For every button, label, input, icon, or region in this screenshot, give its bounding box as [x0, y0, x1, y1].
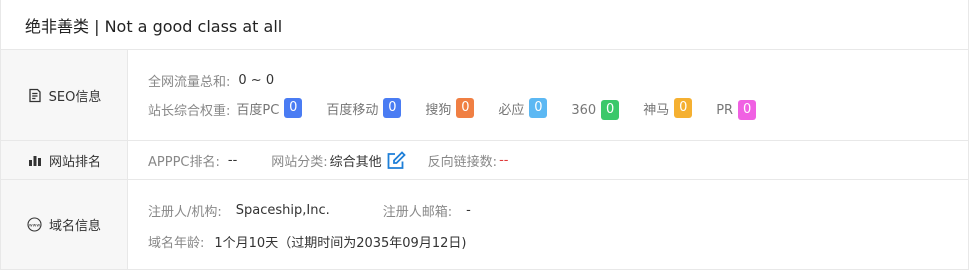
svg-text:www: www: [29, 223, 41, 228]
age-label: 域名年龄:: [148, 236, 205, 251]
site-info-card: 绝非善类 | Not a good class at all SEO信息 全网流…: [0, 0, 969, 270]
ranking-row: 网站排名 APPPC排名: -- 网站分类: 综合其他 反向链接数: --: [1, 141, 968, 180]
apppc-label: APPPC排名:: [148, 154, 220, 170]
traffic-line: 全网流量总和: 0 ~ 0: [148, 71, 968, 90]
domain-content: 注册人/机构: Spaceship,Inc. 注册人邮箱: - 域名年龄: 1个…: [128, 180, 968, 269]
age-value: 1个月10天（过期时间为2035年09月12日): [214, 236, 467, 251]
weight-badge[interactable]: 0: [601, 100, 620, 120]
email-value: -: [466, 203, 471, 218]
weights-line: 站长综合权重: 百度PC 0 百度移动 0 搜狗 0 必应 0 360 0 神马 0 PR 0: [148, 98, 968, 120]
seo-label-cell: SEO信息: [1, 50, 128, 140]
category-label: 网站分类:: [271, 154, 328, 170]
registrant-value: Spaceship,Inc.: [235, 203, 330, 218]
domain-label: 域名信息: [48, 219, 101, 234]
category-link[interactable]: 综合其他: [330, 151, 382, 170]
seo-label: SEO信息: [48, 89, 102, 105]
weight-item: 360 0: [571, 100, 620, 120]
weight-item: 搜狗 0: [425, 98, 475, 118]
weight-item: 百度PC 0: [236, 98, 303, 118]
traffic-value: 0 ~ 0: [238, 73, 275, 88]
weight-badge[interactable]: 0: [674, 98, 693, 118]
weight-label: 搜狗: [425, 102, 452, 118]
weight-badge[interactable]: 0: [738, 100, 757, 120]
email-label: 注册人邮箱:: [382, 205, 453, 220]
backlinks-label: 反向链接数:: [427, 154, 498, 170]
weight-item: 神马 0: [643, 98, 693, 118]
apppc-value: --: [227, 152, 238, 168]
ranking-content: APPPC排名: -- 网站分类: 综合其他 反向链接数: --: [128, 141, 968, 179]
age-line: 域名年龄: 1个月10天（过期时间为2035年09月12日): [148, 232, 968, 251]
weight-label: 神马: [643, 102, 670, 118]
seo-row: SEO信息 全网流量总和: 0 ~ 0 站长综合权重: 百度PC 0 百度移动 0 搜狗…: [1, 50, 968, 141]
backlinks-value: --: [499, 152, 509, 168]
weights-list: 百度PC 0 百度移动 0 搜狗 0 必应 0 360 0 神马 0 PR 0: [236, 98, 780, 120]
weight-label: PR: [716, 102, 734, 118]
ranking-label: 网站排名: [48, 154, 101, 170]
domain-row: www 域名信息 注册人/机构: Spaceship,Inc. 注册人邮箱: -…: [1, 180, 968, 269]
domain-label-cell: www 域名信息: [1, 180, 128, 269]
bar-chart-icon: [27, 152, 43, 168]
ranking-label-cell: 网站排名: [1, 141, 128, 179]
weight-badge[interactable]: 0: [383, 98, 402, 118]
weights-label: 站长综合权重:: [148, 103, 231, 119]
document-icon: [27, 87, 43, 103]
weight-label: 百度移动: [326, 102, 379, 118]
weight-item: PR 0: [716, 100, 757, 120]
edit-icon[interactable]: [386, 150, 406, 170]
weight-badge[interactable]: 0: [529, 98, 548, 118]
weight-label: 360: [571, 102, 597, 118]
www-globe-icon: www: [27, 217, 43, 233]
weight-label: 百度PC: [236, 102, 280, 118]
weight-item: 百度移动 0: [326, 98, 402, 118]
weight-label: 必应: [498, 102, 525, 118]
seo-content: 全网流量总和: 0 ~ 0 站长综合权重: 百度PC 0 百度移动 0 搜狗 0 必应 0 36…: [128, 50, 968, 140]
weight-badge[interactable]: 0: [456, 98, 475, 118]
registrant-label: 注册人/机构:: [148, 205, 222, 220]
registrant-line: 注册人/机构: Spaceship,Inc. 注册人邮箱: -: [148, 201, 968, 220]
traffic-label: 全网流量总和:: [148, 75, 231, 90]
weight-badge[interactable]: 0: [284, 98, 303, 118]
weight-item: 必应 0: [498, 98, 548, 118]
site-title: 绝非善类 | Not a good class at all: [1, 0, 968, 50]
